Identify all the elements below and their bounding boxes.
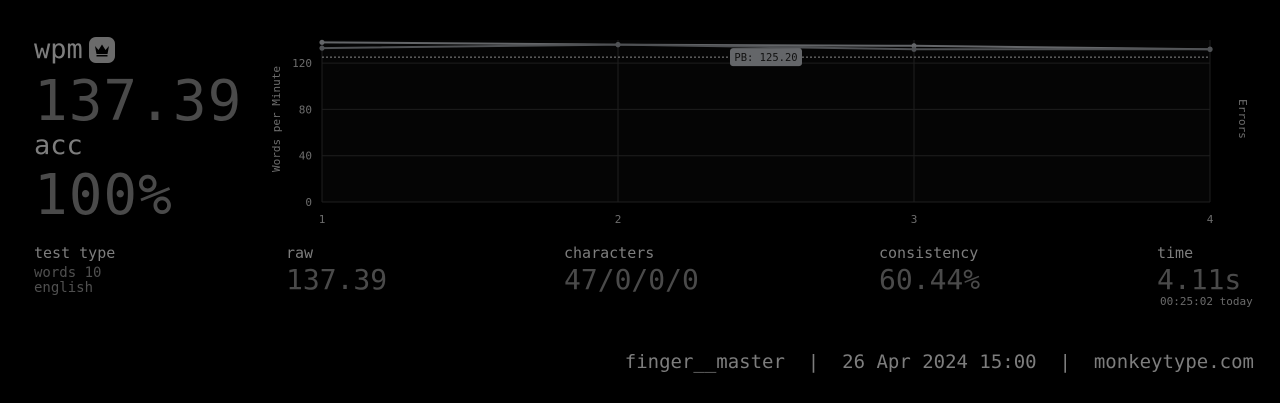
site-name: monkeytype.com (1093, 351, 1254, 373)
data-point (615, 42, 621, 48)
consistency-value: 60.44% (879, 263, 981, 296)
footer-separator: | (1059, 351, 1071, 373)
data-point (319, 39, 325, 45)
test-type-mode: words 10 (34, 265, 102, 281)
y2-axis-label: Errors (1236, 99, 1249, 139)
result-screen: wpm 137.39 acc 100% 0 40 80 120 1 2 3 4 Words pe… (0, 0, 1280, 403)
characters-label: characters (564, 244, 655, 262)
raw-label: raw (286, 244, 314, 262)
time-value: 4.11s (1157, 263, 1242, 296)
test-type-language: english (34, 280, 94, 296)
data-point (319, 45, 325, 51)
result-date: 26 Apr 2024 15:00 (842, 351, 1037, 373)
characters-value: 47/0/0/0 (564, 263, 699, 296)
username: finger__master (624, 351, 785, 373)
x-tick-label: 3 (911, 213, 918, 226)
x-tick-label: 1 (319, 213, 326, 226)
raw-value: 137.39 (286, 263, 388, 296)
data-point (1207, 46, 1213, 52)
y-tick-label: 40 (299, 150, 312, 163)
consistency-label: consistency (879, 244, 979, 262)
wpm-chart[interactable]: 0 40 80 120 1 2 3 4 Words per Minute Errors PB: 12… (0, 0, 1280, 240)
y-tick-label: 80 (299, 103, 312, 116)
pb-label: PB: 125.20 (734, 52, 797, 64)
result-footer: finger__master | 26 Apr 2024 15:00 | mon… (625, 353, 1254, 372)
footer-separator: | (807, 351, 820, 373)
x-tick-label: 2 (615, 213, 622, 226)
data-point (911, 46, 917, 52)
x-tick-label: 4 (1207, 213, 1214, 226)
y-tick-label: 0 (305, 196, 312, 209)
y-tick-label: 120 (292, 57, 312, 70)
time-of-day: 00:25:02 today (1160, 295, 1253, 308)
test-type-label: test type (34, 244, 116, 262)
time-label: time (1157, 244, 1194, 262)
y-axis-label: Words per Minute (270, 66, 283, 172)
